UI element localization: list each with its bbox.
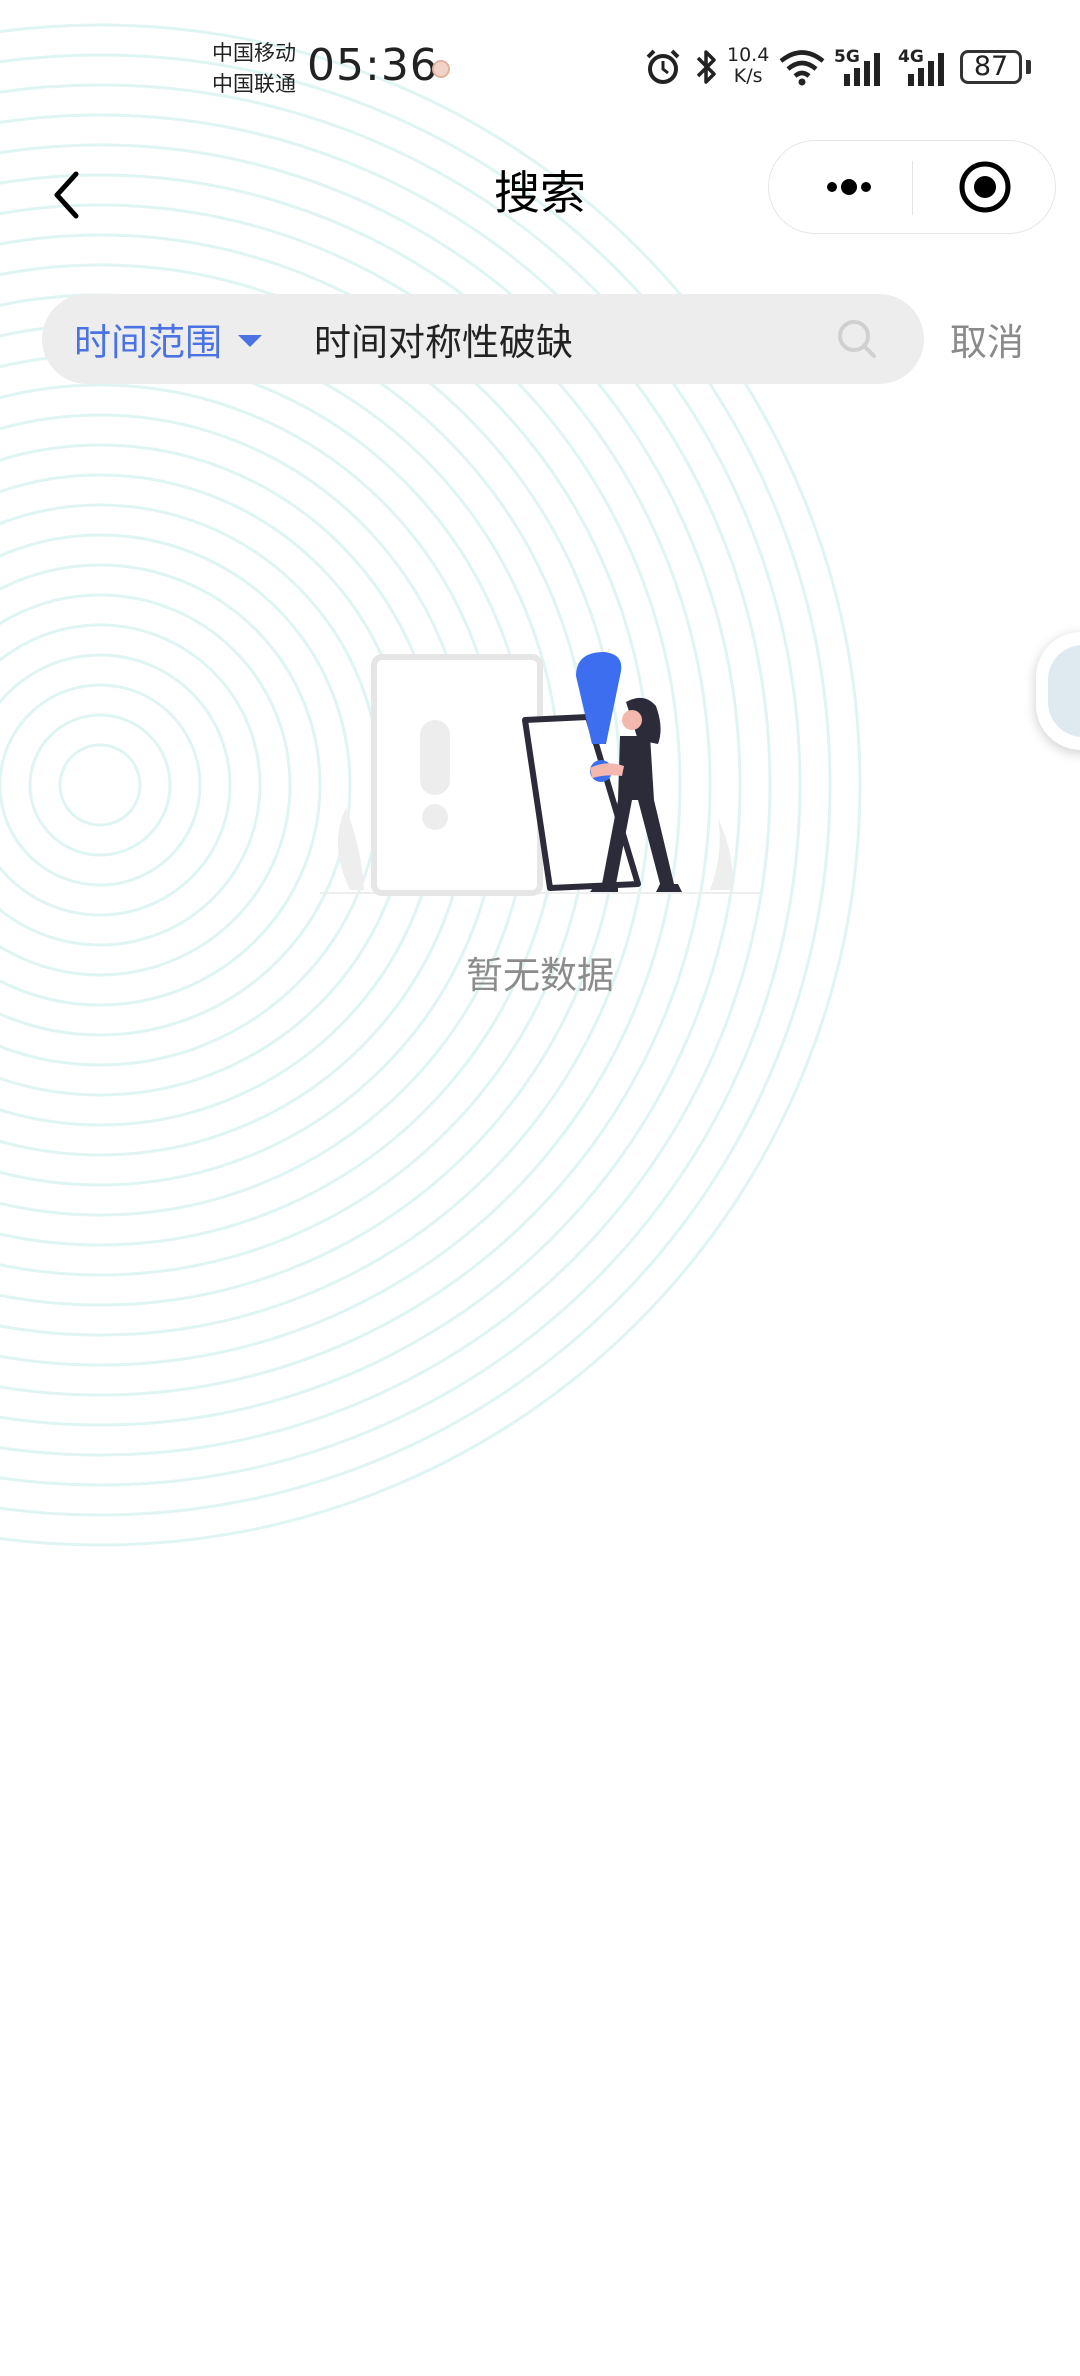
empty-state-message: 暂无数据 <box>466 954 614 997</box>
more-options-button[interactable] <box>789 151 899 223</box>
floating-widget[interactable] <box>1036 632 1080 750</box>
empty-state-illustration <box>320 652 760 896</box>
cancel-button[interactable]: 取消 <box>950 312 1024 366</box>
signal-bars-1-icon <box>844 53 880 86</box>
mini-program-capsule <box>768 140 1056 234</box>
battery-indicator: 87 <box>960 50 1022 84</box>
close-miniprogram-button[interactable] <box>925 151 1037 223</box>
caret-down-icon <box>238 335 262 347</box>
search-bar: 时间范围 <box>42 294 924 384</box>
battery-tip <box>1026 60 1031 74</box>
status-time: 05:36 <box>307 40 439 91</box>
search-input[interactable] <box>314 294 834 384</box>
capsule-divider <box>912 161 913 215</box>
search-icon[interactable] <box>834 316 880 362</box>
app-notification-icon <box>432 60 450 78</box>
alarm-icon <box>646 49 680 84</box>
time-range-dropdown[interactable]: 时间范围 <box>74 294 262 384</box>
carrier-2: 中国联通 <box>212 72 296 96</box>
network-speed: 10.4 K/s <box>727 44 770 87</box>
page-title: 搜索 <box>494 166 586 220</box>
carrier-names: 中国移动 中国联通 <box>212 38 296 100</box>
wifi-icon <box>779 50 825 86</box>
signal-bars-2-icon <box>908 53 944 86</box>
bluetooth-icon <box>696 50 716 84</box>
floating-widget-image <box>1048 645 1080 737</box>
time-range-label: 时间范围 <box>74 321 222 364</box>
back-button[interactable] <box>44 160 94 230</box>
status-bar: 中国移动 中国联通 05:36 10.4 K/s 5G 4G 87 <box>0 0 1080 130</box>
carrier-1: 中国移动 <box>212 41 296 65</box>
